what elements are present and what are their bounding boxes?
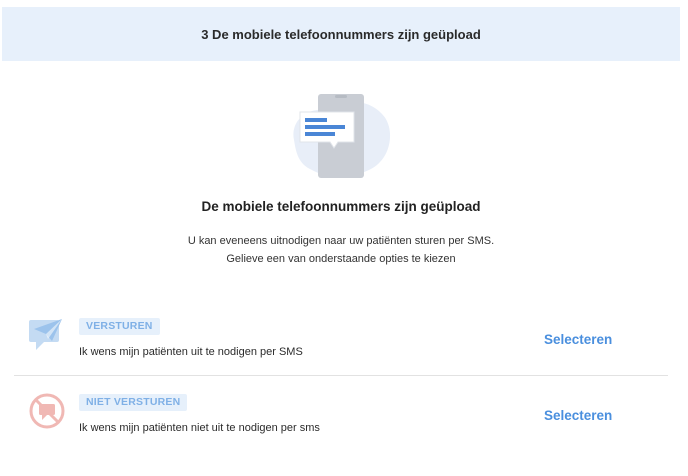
banner-title: 3 De mobiele telefoonnummers zijn geüplo…: [201, 26, 481, 42]
option-send-sms[interactable]: VERSTUREN Ik wens mijn patiënten uit te …: [14, 312, 668, 374]
option-no-send-sms[interactable]: NIET VERSTUREN Ik wens mijn patiënten ni…: [14, 388, 668, 450]
subtitle-line-2: Gelieve een van onderstaande opties te k…: [226, 253, 456, 265]
option-description-no-send: Ik wens mijn patiënten niet uit te nodig…: [79, 422, 320, 434]
select-no-send-button[interactable]: Selecteren: [544, 408, 612, 423]
upload-status-banner: 3 De mobiele telefoonnummers zijn geüplo…: [2, 7, 680, 61]
option-badge-no-send: NIET VERSTUREN: [79, 394, 188, 411]
option-badge-send: VERSTUREN: [79, 318, 160, 335]
option-description-send: Ik wens mijn patiënten uit te nodigen pe…: [79, 346, 303, 358]
subtitle-line-1: U kan eveneens uitnodigen naar uw patiën…: [187, 235, 495, 247]
send-message-icon: [28, 315, 66, 353]
option-divider: [14, 375, 668, 376]
main-title: De mobiele telefoonnummers zijn geüpload: [201, 199, 481, 214]
phone-message-icon: [288, 88, 394, 182]
page: 3 De mobiele telefoonnummers zijn geüplo…: [0, 0, 688, 476]
no-message-icon: [28, 391, 66, 429]
select-send-button[interactable]: Selecteren: [544, 332, 612, 347]
